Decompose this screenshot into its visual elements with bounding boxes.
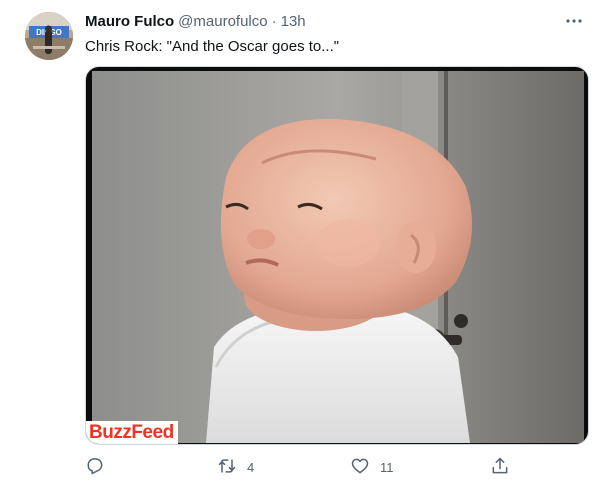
reply-icon [85, 456, 105, 479]
buzzfeed-watermark: BuzzFeed [86, 421, 178, 444]
buzzfeed-logo: BuzzFeed [89, 422, 174, 443]
reply-button[interactable] [85, 455, 115, 479]
retweet-icon [217, 456, 237, 479]
tweet-header: Mauro Fulco @maurofulco · 13h [85, 13, 306, 31]
tweet-media-image[interactable]: BuzzFeed [85, 66, 589, 445]
share-button[interactable] [490, 455, 510, 479]
avatar[interactable]: DIEGO [25, 12, 73, 60]
more-button[interactable] [564, 10, 584, 30]
tweet-timestamp[interactable]: 13h [281, 13, 306, 31]
author-name[interactable]: Mauro Fulco [85, 13, 174, 31]
tweet-text: Chris Rock: "And the Oscar goes to..." [85, 38, 340, 55]
retweet-button[interactable]: 4 [217, 455, 254, 479]
like-count: 11 [380, 459, 394, 475]
header-separator: · [271, 13, 277, 30]
heart-icon [350, 456, 370, 479]
like-button[interactable]: 11 [350, 455, 394, 479]
tweet-actions: 4 11 [85, 455, 515, 481]
retweet-count: 4 [247, 459, 255, 475]
share-icon [490, 456, 510, 479]
tweet[interactable]: DIEGO Mauro Fulco @maurofulco · 13h Chri… [0, 0, 598, 491]
author-handle[interactable]: @maurofulco [178, 13, 267, 31]
more-horizontal-icon [565, 11, 583, 29]
